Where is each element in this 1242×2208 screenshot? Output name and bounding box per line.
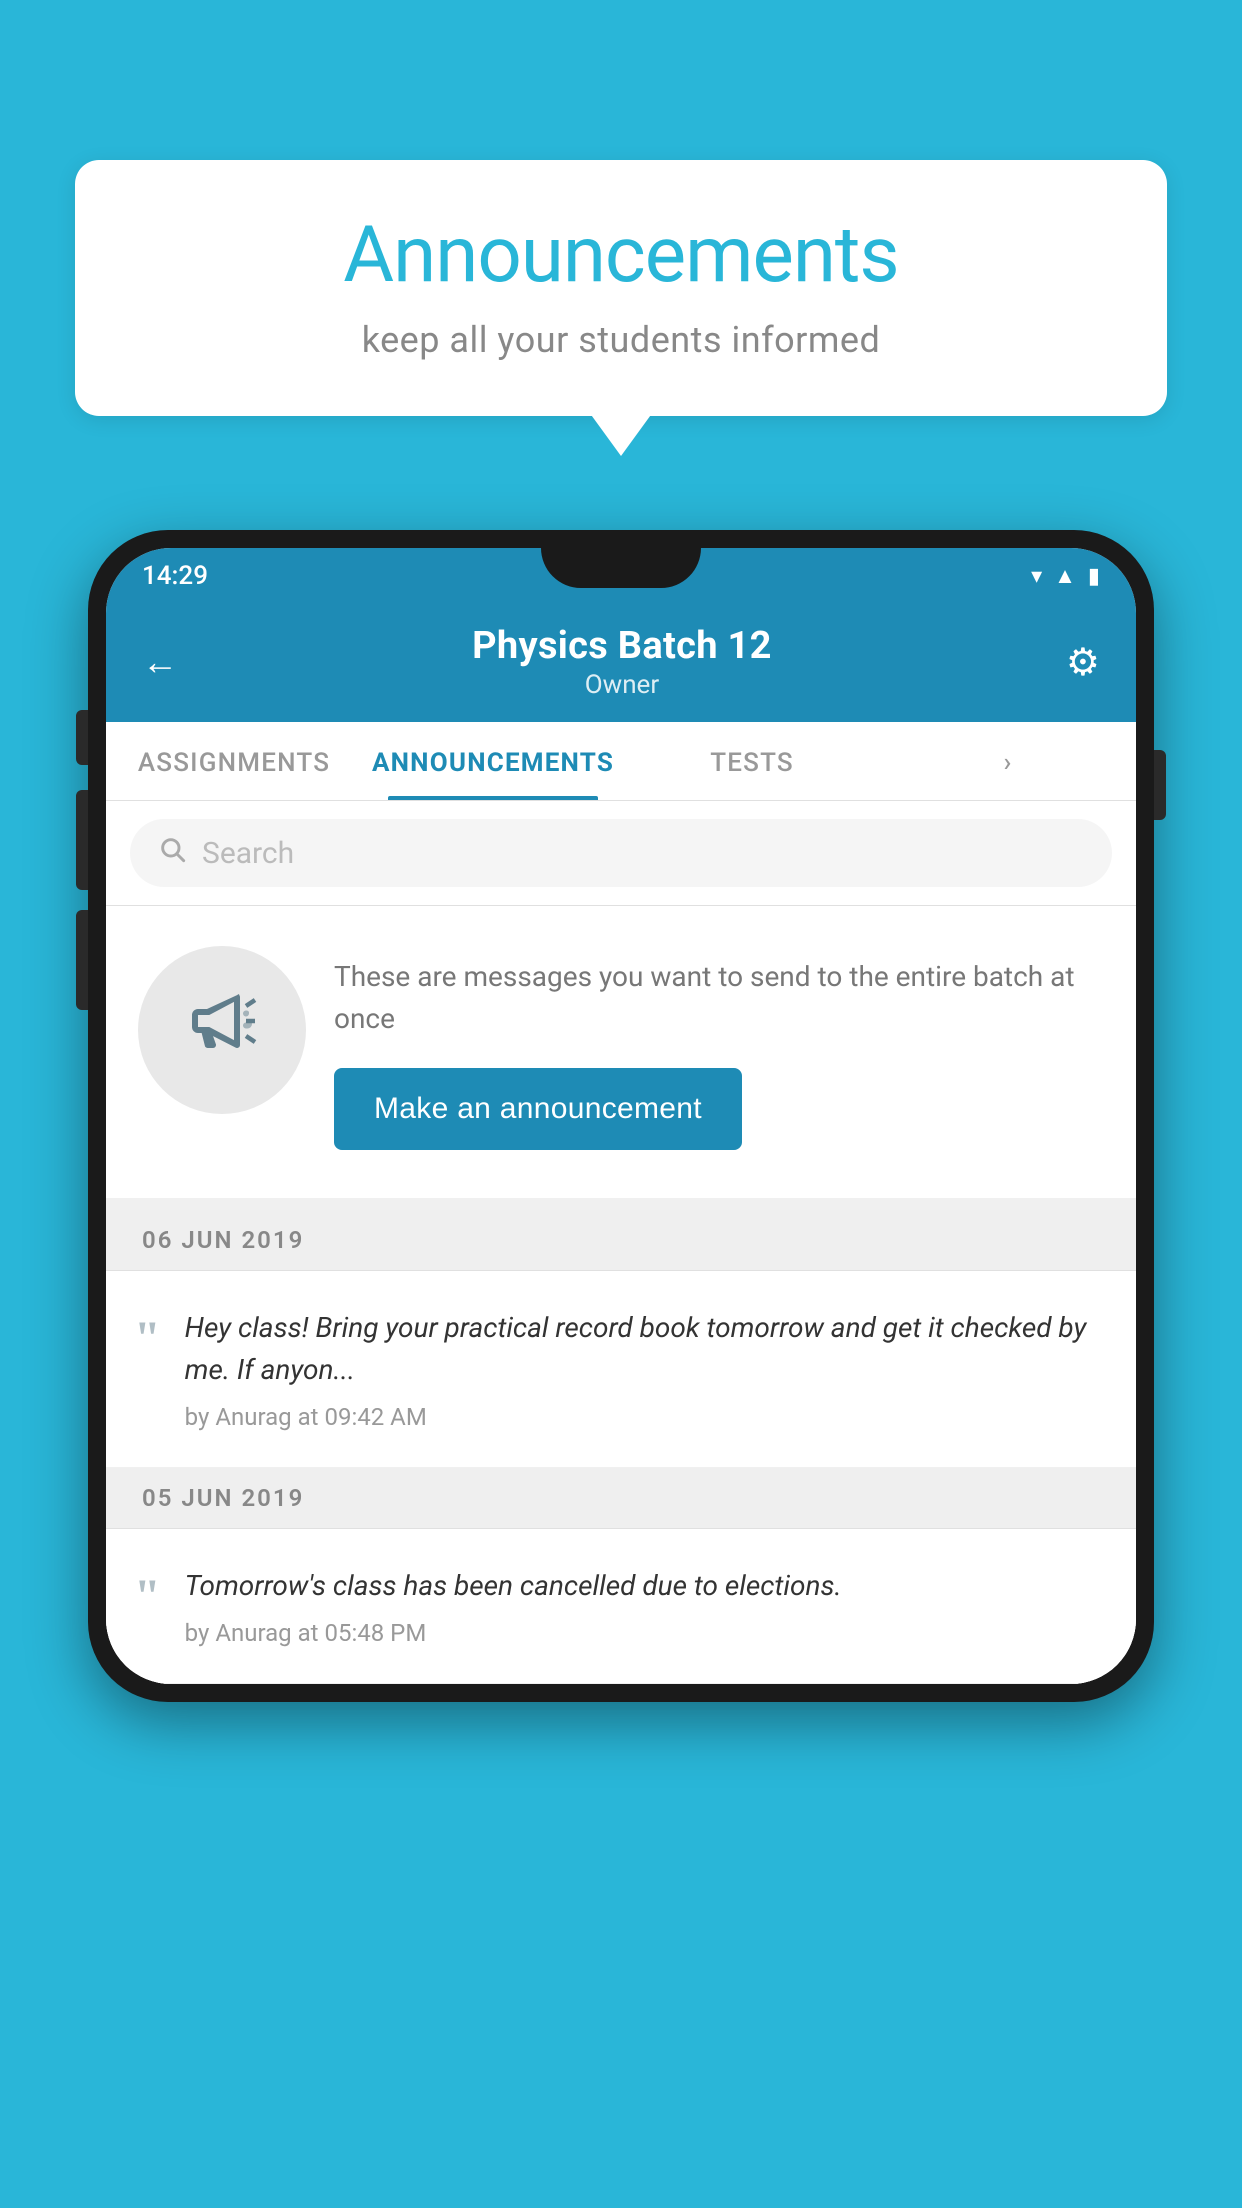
header-title: Physics Batch 12 xyxy=(178,624,1066,668)
header-center: Physics Batch 12 Owner xyxy=(178,624,1066,700)
mute-button xyxy=(76,710,88,765)
announcement-meta-1: by Anurag at 09:42 AM xyxy=(185,1403,1100,1431)
status-time: 14:29 xyxy=(142,561,208,591)
content-area: Search xyxy=(106,801,1136,1684)
phone-body: 14:29 ▾ ▲ ▮ ← Physics Batch 12 Owner ⚙ xyxy=(88,530,1154,1702)
make-announcement-button[interactable]: Make an announcement xyxy=(334,1068,742,1150)
speech-bubble: Announcements keep all your students inf… xyxy=(75,160,1167,416)
megaphone-circle xyxy=(138,946,306,1114)
tab-more[interactable]: › xyxy=(880,722,1136,800)
phone-screen: 14:29 ▾ ▲ ▮ ← Physics Batch 12 Owner ⚙ xyxy=(106,548,1136,1684)
announcement-item-1[interactable]: " Hey class! Bring your practical record… xyxy=(106,1271,1136,1468)
status-bar: 14:29 ▾ ▲ ▮ xyxy=(106,548,1136,604)
phone-mockup: 14:29 ▾ ▲ ▮ ← Physics Batch 12 Owner ⚙ xyxy=(88,530,1154,1702)
battery-icon: ▮ xyxy=(1088,564,1100,589)
app-header: ← Physics Batch 12 Owner ⚙ xyxy=(106,604,1136,722)
quote-icon-2: " xyxy=(134,1573,161,1621)
power-button xyxy=(1154,750,1166,820)
announcement-description: These are messages you want to send to t… xyxy=(334,956,1104,1040)
bubble-title: Announcements xyxy=(135,210,1107,301)
announcement-content-2: Tomorrow's class has been cancelled due … xyxy=(185,1565,1100,1647)
tab-announcements[interactable]: ANNOUNCEMENTS xyxy=(362,722,624,800)
date-separator-2: 05 JUN 2019 xyxy=(106,1468,1136,1529)
bubble-subtitle: keep all your students informed xyxy=(135,319,1107,361)
wifi-icon: ▾ xyxy=(1031,564,1042,589)
announcement-meta-2: by Anurag at 05:48 PM xyxy=(185,1619,1100,1647)
announcement-item-2[interactable]: " Tomorrow's class has been cancelled du… xyxy=(106,1529,1136,1684)
search-icon xyxy=(158,835,186,871)
status-icons: ▾ ▲ ▮ xyxy=(1031,563,1100,589)
back-button[interactable]: ← xyxy=(142,641,178,683)
announcement-text-2: Tomorrow's class has been cancelled due … xyxy=(185,1565,1100,1607)
tab-assignments[interactable]: ASSIGNMENTS xyxy=(106,722,362,800)
volume-up-button xyxy=(76,790,88,890)
date-separator-1: 06 JUN 2019 xyxy=(106,1210,1136,1271)
tab-tests[interactable]: TESTS xyxy=(624,722,880,800)
volume-down-button xyxy=(76,910,88,1010)
announcement-prompt-card: These are messages you want to send to t… xyxy=(106,906,1136,1210)
tab-bar: ASSIGNMENTS ANNOUNCEMENTS TESTS › xyxy=(106,722,1136,801)
announcement-right: These are messages you want to send to t… xyxy=(334,946,1104,1150)
search-placeholder: Search xyxy=(202,836,294,871)
announcement-text-1: Hey class! Bring your practical record b… xyxy=(185,1307,1100,1391)
megaphone-icon xyxy=(186,985,258,1075)
header-subtitle: Owner xyxy=(178,670,1066,700)
speech-bubble-section: Announcements keep all your students inf… xyxy=(75,160,1167,416)
quote-icon-1: " xyxy=(134,1315,161,1363)
signal-icon: ▲ xyxy=(1054,563,1076,589)
search-container: Search xyxy=(106,801,1136,906)
search-bar[interactable]: Search xyxy=(130,819,1112,887)
settings-icon[interactable]: ⚙ xyxy=(1066,640,1100,685)
announcement-content-1: Hey class! Bring your practical record b… xyxy=(185,1307,1100,1431)
notch xyxy=(541,548,701,588)
